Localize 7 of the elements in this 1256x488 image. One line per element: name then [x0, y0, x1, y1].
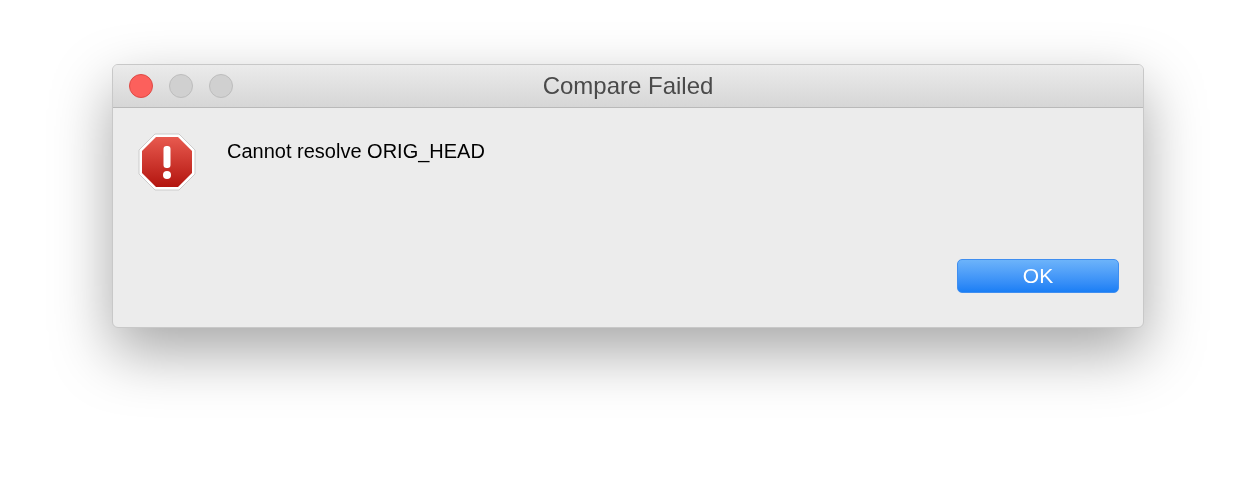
- window-title: Compare Failed: [542, 71, 714, 101]
- error-message: Cannot resolve ORIG_HEAD: [227, 139, 485, 165]
- minimize-button[interactable]: [169, 74, 193, 98]
- stop-warning-icon: [137, 132, 197, 192]
- ok-button[interactable]: OK: [957, 259, 1119, 293]
- close-button[interactable]: [129, 74, 153, 98]
- zoom-button[interactable]: [209, 74, 233, 98]
